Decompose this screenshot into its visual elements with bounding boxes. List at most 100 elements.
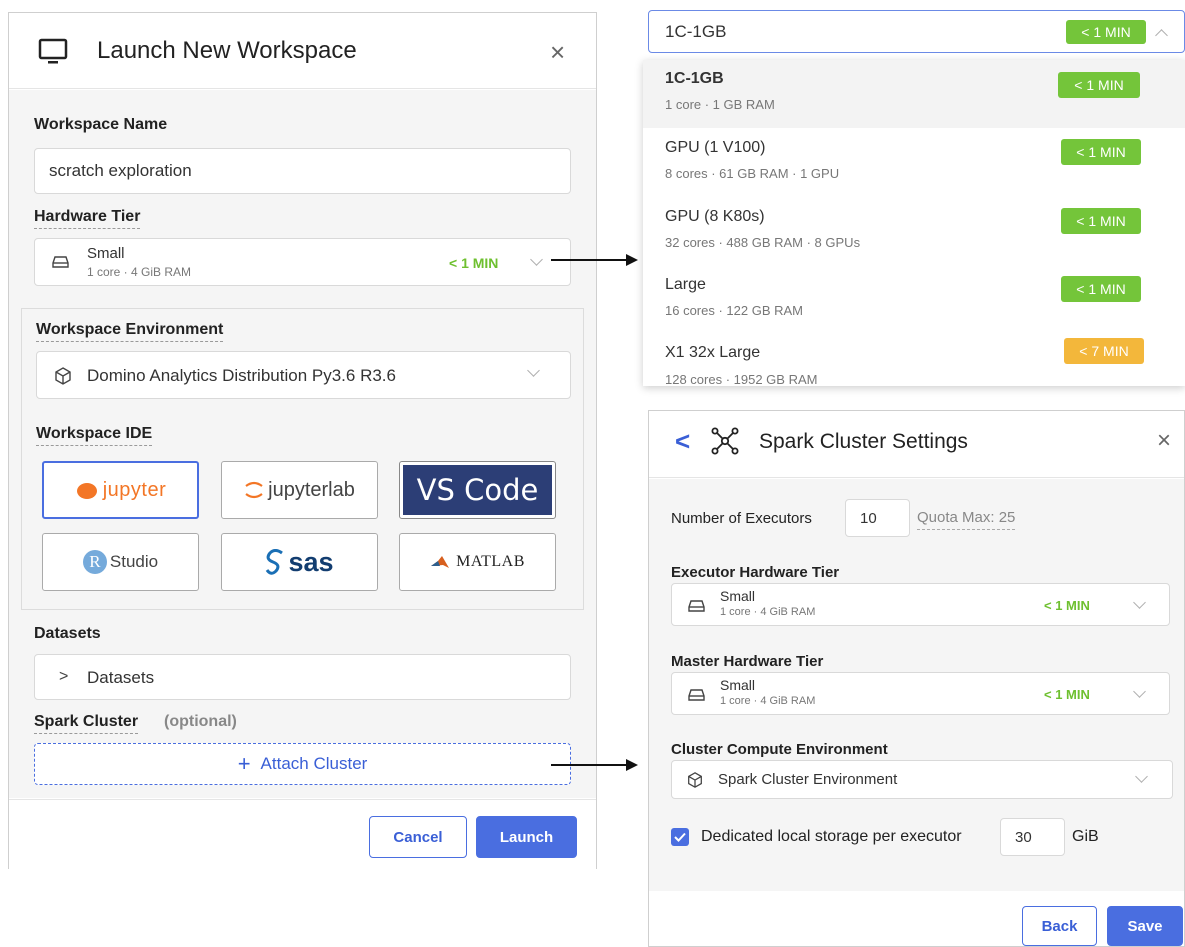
chevron-down-icon [530, 253, 543, 266]
hardware-tier-menu: 1C-1GB 1 core · 1 GB RAM < 1 MIN GPU (1 … [643, 60, 1185, 386]
workspace-name-input[interactable]: scratch exploration [34, 148, 571, 194]
master-hardware-tier-label: Master Hardware Tier [671, 653, 824, 670]
executors-label: Number of Executors [671, 510, 812, 527]
chevron-down-icon [1135, 770, 1148, 783]
chevron-down-icon [1133, 596, 1146, 609]
option-time-badge: < 7 MIN [1064, 338, 1144, 364]
option-name: Large [665, 276, 706, 293]
save-button[interactable]: Save [1107, 906, 1183, 946]
workspace-environment-label: Workspace Environment [36, 321, 224, 342]
storage-checkbox[interactable] [671, 828, 689, 846]
ide-vscode[interactable]: VS Code [399, 461, 556, 519]
option-time-badge: < 1 MIN [1061, 139, 1141, 165]
tier-name: Small [720, 677, 756, 693]
tier-spec: 1 core · 4 GiB RAM [87, 265, 192, 279]
drive-icon [688, 599, 705, 618]
storage-unit: GiB [1072, 828, 1099, 845]
dropdown-selected-value: 1C-1GB [665, 22, 727, 41]
quota-label: Quota Max: 25 [917, 509, 1016, 530]
master-hardware-tier-select[interactable]: Small 1 core · 4 GiB RAM < 1 MIN [671, 672, 1170, 715]
back-button[interactable]: Back [1022, 906, 1097, 946]
cluster-compute-environment-label: Cluster Compute Environment [671, 741, 888, 758]
matlab-logo-icon [431, 556, 450, 568]
option-time-badge: < 1 MIN [1061, 208, 1141, 234]
jupyter-logo-icon [76, 483, 97, 499]
tier-option-large[interactable]: Large 16 cores · 122 GB RAM < 1 MIN [643, 266, 1185, 334]
tier-option-gpu-8-k80s[interactable]: GPU (8 K80s) 32 cores · 488 GB RAM · 8 G… [643, 197, 1185, 265]
tier-spec: 1 core · 4 GiB RAM [720, 695, 816, 707]
option-spec: 16 cores · 122 GB RAM [665, 303, 803, 318]
ide-jupyter[interactable]: jupyter [42, 461, 199, 519]
spark-optional-label: (optional) [164, 713, 237, 730]
option-time-badge: < 1 MIN [1058, 72, 1140, 98]
storage-label: Dedicated local storage per executor [701, 828, 962, 845]
tier-name: Small [87, 245, 125, 262]
executors-input[interactable]: 10 [845, 499, 910, 537]
datasets-toggle-label: Datasets [87, 668, 155, 687]
option-name: GPU (8 K80s) [665, 208, 765, 225]
spark-header: < Spark Cluster Settings × [649, 411, 1184, 478]
option-name: X1 32x Large [665, 344, 761, 361]
drive-icon [688, 688, 705, 707]
ide-label-jupyter: jupyter [102, 478, 167, 501]
environment-select[interactable]: Domino Analytics Distribution Py3.6 R3.6 [36, 351, 571, 399]
tier-spec: 1 core · 4 GiB RAM [720, 606, 816, 618]
close-icon[interactable]: × [550, 39, 565, 65]
modal-header: Launch New Workspace × [9, 13, 596, 89]
executor-hardware-tier-select[interactable]: Small 1 core · 4 GiB RAM < 1 MIN [671, 583, 1170, 626]
chevron-down-icon [527, 364, 540, 377]
arrow-head [626, 254, 638, 266]
tier-time: < 1 MIN [1044, 687, 1090, 702]
ide-sas[interactable]: sas [221, 533, 378, 591]
ide-label-vscode: VS Code [416, 473, 539, 507]
chevron-up-icon [1155, 29, 1168, 42]
monitor-icon [37, 35, 69, 72]
environment-value: Domino Analytics Distribution Py3.6 R3.6 [87, 366, 396, 385]
attach-cluster-button[interactable]: + Attach Cluster [34, 743, 571, 785]
hardware-tier-select[interactable]: Small 1 core · 4 GiB RAM < 1 MIN [34, 238, 571, 286]
plus-icon: + [237, 751, 251, 776]
option-name: GPU (1 V100) [665, 139, 766, 156]
ide-jupyterlab[interactable]: jupyterlab [221, 461, 378, 519]
spark-cluster-label: Spark Cluster [34, 713, 139, 734]
spark-title: Spark Cluster Settings [759, 430, 968, 453]
option-spec: 32 cores · 488 GB RAM · 8 GPUs [665, 235, 861, 250]
tier-option-1c-1gb[interactable]: 1C-1GB 1 core · 1 GB RAM < 1 MIN [643, 60, 1185, 128]
executor-hardware-tier-label: Executor Hardware Tier [671, 564, 840, 581]
option-time-badge: < 1 MIN [1061, 276, 1141, 302]
cube-icon [686, 771, 704, 794]
storage-input[interactable]: 30 [1000, 818, 1065, 856]
ide-label-matlab: MATLAB [456, 553, 525, 570]
spark-cluster-settings-modal: < Spark Cluster Settings × Number of Exe… [648, 410, 1185, 947]
hardware-tier-label: Hardware Tier [34, 208, 141, 229]
cluster-compute-environment-select[interactable]: Spark Cluster Environment [671, 760, 1173, 799]
ide-label-jupyterlab-text: jupyterlab [268, 478, 355, 501]
option-spec: 1 core · 1 GB RAM [665, 97, 775, 112]
r-logo-icon: R [82, 550, 107, 574]
environment-section: Workspace Environment Domino Analytics D… [21, 308, 584, 610]
workspace-name-label: Workspace Name [34, 116, 168, 133]
arrow-head [626, 759, 638, 771]
tier-option-x1-32x-large[interactable]: X1 32x Large 128 cores · 1952 GB RAM < 7… [643, 334, 1185, 386]
compute-env-value: Spark Cluster Environment [718, 771, 898, 788]
ide-rstudio[interactable]: R Studio [42, 533, 199, 591]
ide-matlab[interactable]: MATLAB [399, 533, 556, 591]
chevron-down-icon [1133, 685, 1146, 698]
launch-workspace-modal: Launch New Workspace × Workspace Name sc… [8, 12, 597, 869]
datasets-toggle[interactable]: > Datasets [34, 654, 571, 700]
cube-icon [53, 366, 73, 391]
launch-button[interactable]: Launch [476, 816, 577, 858]
workspace-ide-label: Workspace IDE [36, 425, 153, 446]
datasets-label: Datasets [34, 625, 101, 642]
cancel-button[interactable]: Cancel [369, 816, 467, 858]
back-chevron-icon[interactable]: < [675, 426, 690, 457]
modal-footer: Cancel Launch [9, 799, 596, 869]
option-name: 1C-1GB [665, 70, 724, 87]
ide-label-jupyterlab: jupyterlab [268, 479, 355, 502]
tier-time: < 1 MIN [1044, 598, 1090, 613]
tier-option-gpu-1-v100[interactable]: GPU (1 V100) 8 cores · 61 GB RAM · 1 GPU… [643, 128, 1185, 196]
close-icon[interactable]: × [1157, 429, 1171, 453]
spark-cluster-icon [709, 425, 741, 462]
spark-body: Number of Executors 10 Quota Max: 25 Exe… [649, 479, 1184, 891]
hardware-tier-dropdown[interactable]: 1C-1GB < 1 MIN [648, 10, 1185, 53]
